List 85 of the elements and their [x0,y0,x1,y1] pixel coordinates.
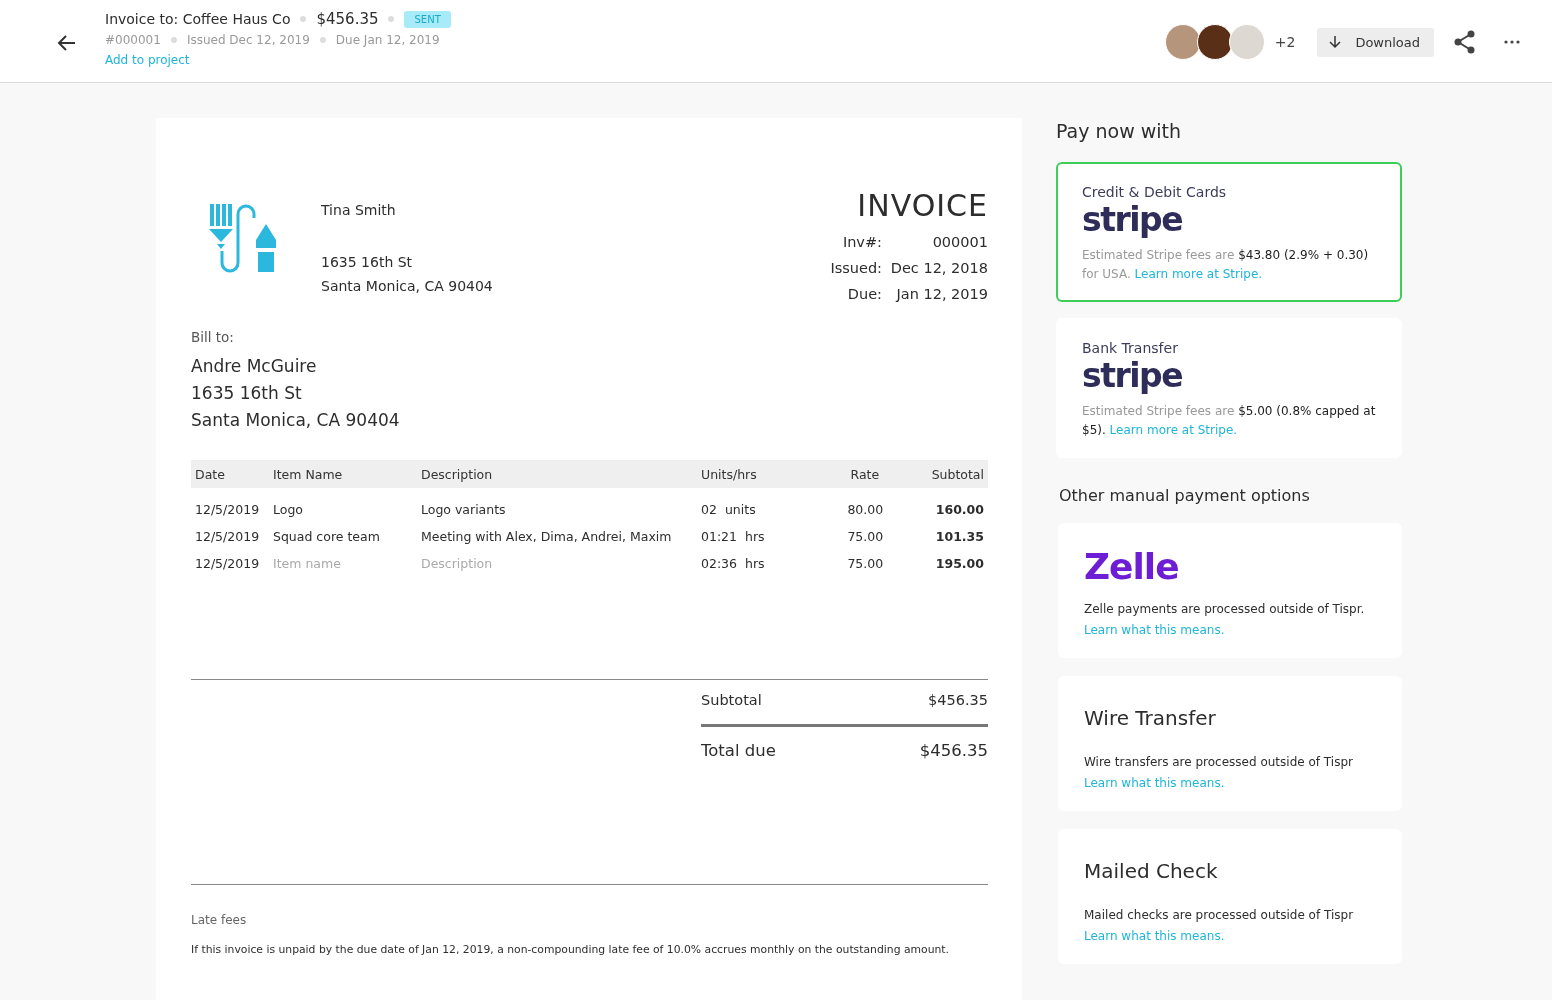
date-cell-text: 12/5/2019 [194,555,261,573]
item-name-cell-text: Squad core team [272,528,381,546]
rate-cell-text: 75.00 [846,555,885,573]
column-header: Subtotal [893,460,988,488]
quantity-value: 02:36 [701,556,738,571]
meta-label: Issued: [829,259,882,278]
late-fees-label: Late fees [191,913,248,927]
status-badge: SENT [404,10,451,28]
sender-city: Santa Monica, CA 90404 [321,277,493,296]
learn-more-link[interactable]: Learn what this means. [1084,776,1225,790]
rate-cell-text: 75.00 [846,528,885,546]
item-name-cell: Logo [269,488,417,523]
sender-name: Tina Smith [321,201,397,220]
stripe-logo: stripe [1082,356,1183,396]
total-due-value: $456.35 [919,741,988,760]
share-icon[interactable] [1454,30,1476,54]
pay-now-heading: Pay now with [1056,120,1183,142]
learn-more-link[interactable]: Learn more at Stripe. [1109,423,1238,437]
unit-label: units [724,502,756,517]
fee-text: Estimated Stripe fees are $5.00 (0.8% capped at $5). Learn more at Stripe. [1082,403,1376,439]
subtotal-label: Subtotal [701,692,762,708]
payment-note: Wire transfers are processed outside of Tispr [1084,754,1354,771]
payment-note: Zelle payments are processed outside of Tispr. [1084,601,1366,618]
description-cell-text: Description [420,555,494,573]
sender-street: 1635 16th St [321,253,414,272]
issued-date: Issued Dec 12, 2019 [186,33,310,47]
date-cell: 12/5/2019 [191,488,269,523]
payment-option-title: Bank Transfer [1082,340,1179,356]
back-arrow-icon[interactable] [57,33,77,53]
learn-more-link[interactable]: Learn what this means. [1084,623,1225,637]
item-name-cell-text: Item name [272,555,342,573]
unit-label: hrs [745,529,765,544]
learn-more-link[interactable]: Learn what this means. [1084,929,1225,943]
subtotal-cell: 160.00 [893,488,988,523]
bill-to-label: Bill to: [191,329,235,345]
due-date: Due Jan 12, 2019 [335,33,440,47]
avatar [1228,24,1265,60]
column-header: Rate [815,460,894,488]
invoice-number: #000001 [105,33,161,47]
quantity-value: 02 [701,502,717,517]
payment-option-title: Credit & Debit Cards [1082,184,1228,200]
bill-to-line: Santa Monica, CA 90404 [191,409,401,432]
invoice-title: Invoice to: Coffee Haus Co [105,11,291,27]
zelle-logo: Zelle [1084,547,1180,587]
description-cell: Logo variants [417,488,697,523]
payment-option-card[interactable]: Bank Transfer stripe Estimated Stripe fees are $5.00 (0.8% capped at $5). Learn more at Stripe. [1056,318,1402,458]
avatar [1196,24,1233,60]
quantity-value: 01:21 [701,529,738,544]
more-options-icon[interactable] [1504,40,1520,44]
more-avatars-count: +2 [1274,34,1296,50]
download-button[interactable]: Download [1317,27,1434,57]
subtotal-value: $456.35 [928,692,988,708]
unit-label: hrs [745,556,765,571]
payment-option-card[interactable]: Credit & Debit Cards stripe Estimated Stripe fees are $43.80 (2.9% + 0.30) for USA. Learn more at Stripe. [1056,162,1402,302]
rate-cell: 80.00 [815,488,894,523]
column-header: Description [417,460,697,488]
manual-options-heading: Other manual payment options [1059,486,1311,505]
download-icon [1329,35,1342,49]
meta-value: Jan 12, 2019 [894,285,988,304]
add-to-project-link[interactable]: Add to project [105,53,190,67]
invoice-heading: INVOICE [856,188,988,223]
payment-option-title: Wire Transfer [1084,706,1217,730]
subtotal-cell-text: 195.00 [934,555,985,573]
fee-text: Estimated Stripe fees are $43.80 (2.9% + 0.30) for USA. Learn more at Stripe. [1082,247,1370,283]
invoice-amount: $456.35 [316,10,379,28]
subtotal-cell-text: 101.35 [934,528,985,546]
bill-to-line: 1635 16th St [191,382,303,405]
date-cell-text: 12/5/2019 [194,528,261,546]
column-header: Units/hrs [697,460,815,488]
meta-label: Due: [846,285,882,304]
stripe-logo: stripe [1082,200,1183,240]
meta-label: Inv#: [841,233,882,252]
avatar [1164,24,1201,60]
column-header: Date [191,460,269,488]
learn-more-link[interactable]: Learn more at Stripe. [1134,267,1263,281]
description-cell-text: Meeting with Alex, Dima, Andrei, Maxim [420,528,673,546]
late-fees-text: If this invoice is unpaid by the due date of Jan 12, 2019, a non-compounding late fee of 10.0% accrues monthly on the outstanding amount. [191,943,950,956]
bill-to-line: Andre McGuire [191,355,318,378]
column-header: Item Name [269,460,417,488]
payment-option-title: Mailed Check [1084,859,1219,883]
meta-value: Dec 12, 2018 [889,259,988,278]
total-due-label: Total due [701,741,776,760]
meta-value: 000001 [931,233,988,252]
payment-note: Mailed checks are processed outside of Tispr [1084,907,1355,924]
pencil-pen-logo-icon [209,202,279,274]
